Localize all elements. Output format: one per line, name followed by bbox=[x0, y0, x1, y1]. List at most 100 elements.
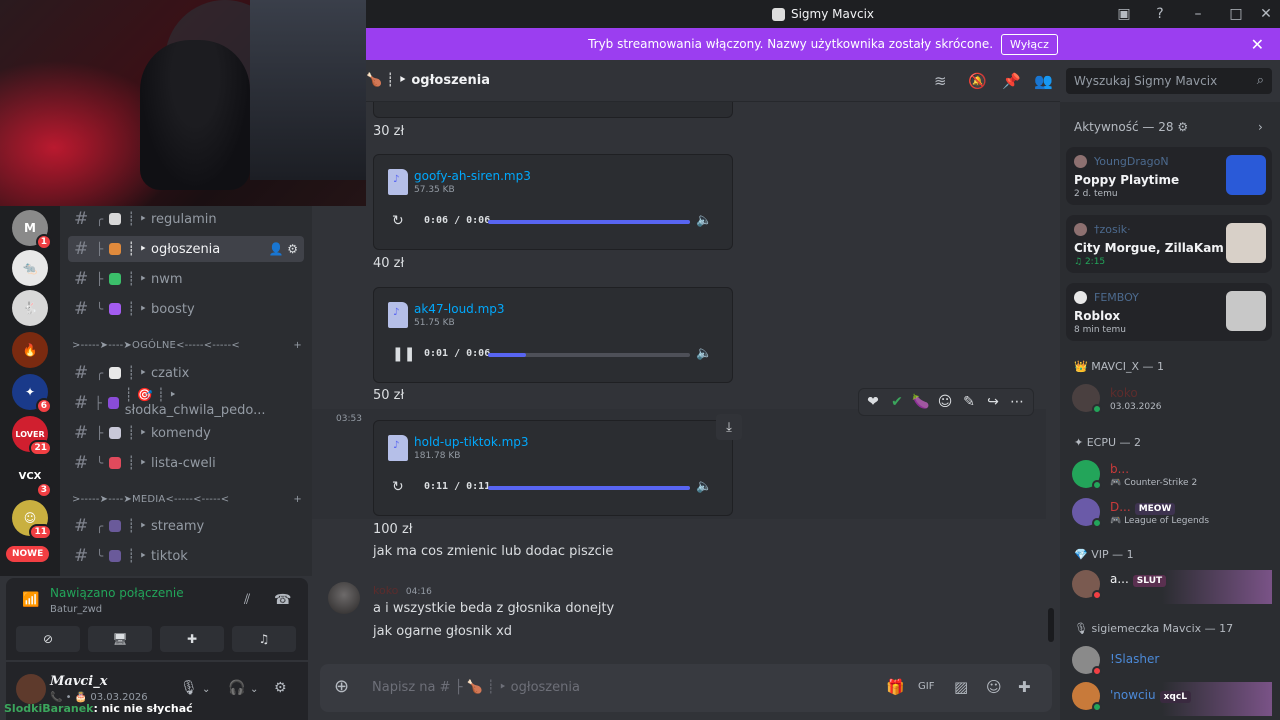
threads-icon[interactable]: ≋ bbox=[934, 72, 947, 90]
channel-actions[interactable]: 👤 ⚙ bbox=[268, 242, 298, 256]
activity-card[interactable]: FEMBOY Roblox 8 min temu bbox=[1066, 283, 1272, 341]
server-blue[interactable]: ✦ 6 bbox=[12, 374, 52, 414]
channel-nwm[interactable]: # ├ ┊ ‣ nwm bbox=[68, 266, 304, 292]
channel-ogloszenia[interactable]: # ├ ┊ ‣ ogłoszenia 👤 ⚙ bbox=[68, 236, 304, 262]
scrollbar-thumb[interactable] bbox=[1048, 608, 1054, 642]
add-attachment-icon[interactable]: ⊕ bbox=[334, 676, 349, 697]
new-unread-pill[interactable]: NOWE bbox=[6, 546, 50, 562]
chevron-down-icon[interactable]: ⌄ bbox=[202, 684, 210, 695]
activity-card[interactable]: †zosik· City Morgue, ZillaKami, So... ♫ … bbox=[1066, 215, 1272, 273]
category-ogolne[interactable]: >-----➤----➤OGÓLNE<-----<-----< + bbox=[72, 340, 302, 351]
audio-filename[interactable]: ak47-loud.mp3 bbox=[414, 302, 505, 316]
author-name[interactable]: koko bbox=[373, 584, 398, 597]
invite-icon[interactable]: 👤 bbox=[268, 242, 283, 256]
avatar bbox=[1074, 155, 1087, 168]
noise-suppression-icon[interactable]: ⫽ bbox=[244, 592, 250, 608]
edit-icon[interactable]: ✎ bbox=[959, 394, 979, 410]
channel-komendy[interactable]: # ├ ┊ ‣ komendy bbox=[68, 420, 304, 446]
apps-icon[interactable]: ✚ bbox=[1018, 678, 1031, 696]
more-icon[interactable]: ⋯ bbox=[1007, 394, 1027, 410]
heart-reaction-icon[interactable]: ❤ bbox=[863, 394, 883, 410]
volume-icon[interactable]: 🔈 bbox=[696, 346, 712, 361]
pin-icon[interactable]: 📌 bbox=[1002, 72, 1021, 90]
notifications-muted-icon[interactable]: 🔕 bbox=[968, 72, 987, 90]
server-fire[interactable]: 🔥 bbox=[12, 332, 48, 368]
member-item[interactable]: D... MEOW 🎮 League of Legends bbox=[1072, 498, 1272, 532]
server-vcx[interactable]: VCX 3 bbox=[12, 458, 52, 498]
minimize-icon[interactable]: – bbox=[1184, 0, 1212, 28]
audio-filename[interactable]: goofy-ah-siren.mp3 bbox=[414, 169, 531, 183]
search-input[interactable]: Wyszukaj Sigmy Mavcix ⌕ bbox=[1066, 68, 1272, 94]
gear-icon[interactable]: ⚙ bbox=[1177, 120, 1188, 134]
audio-progress-track[interactable] bbox=[488, 353, 690, 357]
voice-channel-name[interactable]: Batur_zwd bbox=[50, 604, 102, 615]
activities-button[interactable]: ✚ bbox=[160, 626, 224, 652]
voice-status[interactable]: Nawiązano połączenie bbox=[50, 586, 184, 600]
replay-icon[interactable]: ↻ bbox=[392, 213, 404, 229]
activity-card[interactable]: YoungDragoN Poppy Playtime 2 d. temu bbox=[1066, 147, 1272, 205]
member-item[interactable]: !Slasher bbox=[1072, 646, 1272, 680]
inbox-icon[interactable]: ▣ bbox=[1110, 0, 1138, 28]
screen-share-button[interactable]: 🖥 bbox=[88, 626, 152, 652]
server-lover[interactable]: LOVER 21 bbox=[12, 416, 52, 456]
message-list: 30 zł goofy-ah-siren.mp3 57.35 KB ↻ 0:06… bbox=[312, 102, 1060, 658]
add-channel-icon[interactable]: + bbox=[293, 340, 302, 351]
member-item[interactable]: koko 03.03.2026 bbox=[1072, 384, 1272, 418]
download-icon[interactable]: ⤓ bbox=[716, 414, 742, 440]
pause-icon[interactable]: ❚❚ bbox=[392, 346, 415, 362]
server-anime[interactable]: ☺ 11 bbox=[12, 500, 52, 540]
disable-streaming-button[interactable]: Wyłącz bbox=[1001, 33, 1058, 55]
audio-progress-track[interactable] bbox=[488, 486, 690, 490]
avatar[interactable] bbox=[328, 582, 360, 614]
activity-header[interactable]: Aktywność — 28 ⚙ › bbox=[1074, 120, 1263, 134]
check-reaction-icon[interactable]: ✔ bbox=[887, 394, 907, 410]
soundboard-button[interactable]: ♫ bbox=[232, 626, 296, 652]
channel-slodka-chwila[interactable]: # ├ ┊ 🎯 ┊ ‣ słodka_chwila_pedo... bbox=[68, 388, 304, 418]
headphones-icon[interactable]: 🎧 bbox=[228, 680, 245, 696]
member-item[interactable]: 'nowciu xqcL bbox=[1072, 682, 1272, 716]
disconnect-icon[interactable]: ☎ bbox=[274, 592, 291, 608]
volume-icon[interactable]: 🔈 bbox=[696, 479, 712, 494]
eggplant-reaction-icon[interactable]: 🍆 bbox=[911, 394, 931, 410]
channel-czatix[interactable]: # ╭ ┊ ‣ czatix bbox=[68, 360, 304, 386]
audio-progress-track[interactable] bbox=[488, 220, 690, 224]
close-window-icon[interactable]: ✕ bbox=[1252, 0, 1280, 28]
channel-boosty[interactable]: # ╰ ┊ ‣ boosty bbox=[68, 296, 304, 322]
gif-icon[interactable]: GIF bbox=[918, 681, 934, 692]
sticker-icon[interactable]: ▨ bbox=[954, 678, 968, 696]
avatar[interactable] bbox=[16, 674, 46, 704]
camera-button[interactable]: ⊘ bbox=[16, 626, 80, 652]
member-item[interactable]: b... 🎮 Counter-Strike 2 bbox=[1072, 460, 1272, 494]
chevron-right-icon[interactable]: › bbox=[1258, 120, 1263, 134]
channel-tiktok[interactable]: # ╰ ┊ ‣ tiktok bbox=[68, 543, 304, 569]
replay-icon[interactable]: ↻ bbox=[392, 479, 404, 495]
forward-icon[interactable]: ↪ bbox=[983, 394, 1003, 410]
microphone-icon[interactable]: 🎙 bbox=[180, 680, 198, 696]
close-banner-icon[interactable]: ✕ bbox=[1251, 35, 1264, 54]
maximize-icon[interactable]: □ bbox=[1222, 0, 1250, 28]
signal-icon[interactable]: 📶 bbox=[22, 592, 39, 608]
help-icon[interactable]: ? bbox=[1146, 0, 1174, 28]
volume-icon[interactable]: 🔈 bbox=[696, 213, 712, 228]
channel-streamy[interactable]: # ╭ ┊ ‣ streamy bbox=[68, 513, 304, 539]
category-media[interactable]: >-----➤----➤MEDIA<-----<-----< + bbox=[72, 494, 302, 505]
server-bunny[interactable]: 🐇 bbox=[12, 290, 48, 326]
add-channel-icon[interactable]: + bbox=[293, 494, 302, 505]
message-composer[interactable]: ⊕ Napisz na # ├ 🍗 ┊ ‣ ogłoszenia 🎁 GIF ▨… bbox=[320, 664, 1052, 712]
channel-regulamin[interactable]: # ╭ ┊ ‣ regulamin bbox=[68, 206, 304, 232]
gear-icon[interactable]: ⚙ bbox=[287, 242, 298, 256]
gear-icon[interactable]: ⚙ bbox=[274, 680, 287, 696]
chevron-down-icon[interactable]: ⌄ bbox=[250, 684, 258, 695]
username[interactable]: Mavci_x bbox=[50, 674, 107, 689]
audio-filename[interactable]: hold-up-tiktok.mp3 bbox=[414, 435, 529, 449]
server-m[interactable]: M1 bbox=[12, 210, 52, 250]
emoji-icon[interactable]: ☺ bbox=[986, 678, 1002, 696]
gift-icon[interactable]: 🎁 bbox=[886, 678, 905, 696]
channel-label: ┊ ‣ tiktok bbox=[127, 548, 188, 564]
add-reaction-icon[interactable]: ☺ bbox=[935, 394, 955, 410]
member-list-icon[interactable]: 👥 bbox=[1034, 72, 1053, 90]
message-author[interactable]: koko 04:16 bbox=[373, 584, 432, 597]
channel-lista-cweli[interactable]: # ╰ ┊ ‣ lista-cweli bbox=[68, 450, 304, 476]
member-item[interactable]: a... SLUT bbox=[1072, 570, 1272, 604]
server-rats[interactable]: 🐀 bbox=[12, 250, 48, 286]
